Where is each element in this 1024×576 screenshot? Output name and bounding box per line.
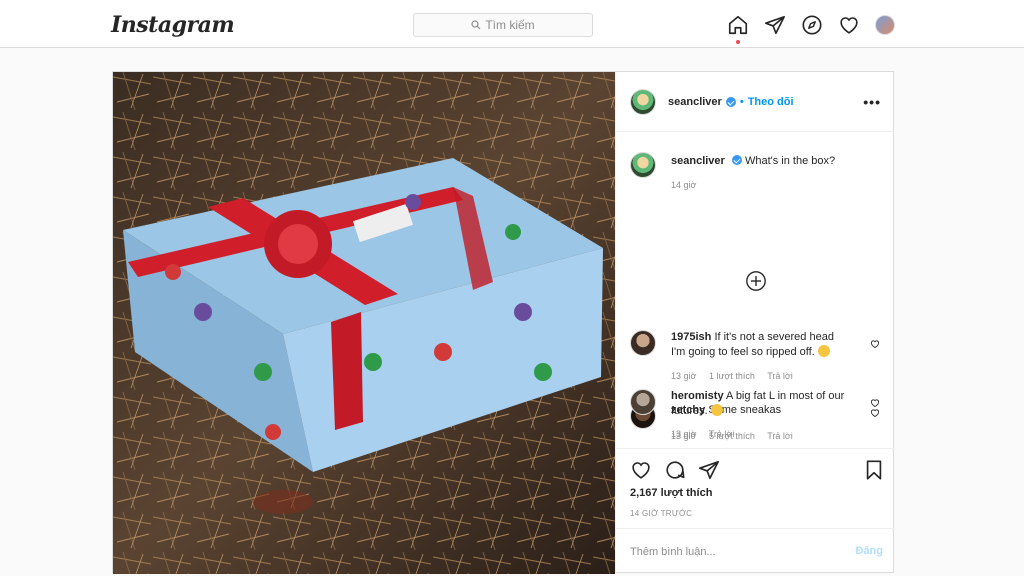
comment-bubble-icon[interactable] [664,459,686,481]
activity-heart-icon [840,17,858,34]
caption-age: 14 giờ [671,180,697,190]
commenter-avatar[interactable] [630,330,656,356]
top-navigation-bar: Instagram Tìm kiếm [0,0,1024,48]
more-options-button[interactable]: ••• [863,94,881,110]
laughing-emoji-icon [817,345,830,357]
reply-button[interactable]: Trả lời [767,431,793,441]
author-avatar[interactable] [630,152,656,178]
comment-text: heromisty A big fat L in most of our fut… [671,389,851,419]
post-header: seancliver • Theo dõi ••• [616,72,895,132]
explore-button[interactable] [801,14,823,36]
author-avatar[interactable] [630,88,656,115]
comment-likes[interactable]: 1 lượt thích [709,371,755,381]
comment-item: 1975ish If it's not a severed head I'm g… [630,330,890,390]
caption-meta: 14 giờ [671,180,706,190]
comment-meta: 13 giờ 5 lượt thích Trả lời [671,431,803,441]
follow-button[interactable]: Theo dõi [748,96,794,108]
post-sidebar: seancliver • Theo dõi ••• seancliver Wha… [615,72,895,574]
laughing-emoji-icon [710,404,723,416]
comment-likes[interactable]: 5 lượt thích [709,431,755,441]
verified-badge-icon [725,96,736,107]
commenter-avatar[interactable] [630,389,656,415]
add-comment-bar: Đăng [616,528,895,574]
post-image[interactable] [113,72,615,574]
like-count[interactable]: 2,167 lượt thích [630,487,712,499]
post-actions: 2,167 lượt thích 14 GIỜ TRƯỚC [616,448,895,518]
gift-box-photo [113,72,615,574]
action-buttons [630,459,720,481]
comment-age: 13 giờ [671,371,697,381]
like-heart-icon[interactable] [630,459,652,481]
verified-badge-icon [731,155,742,165]
instagram-logo[interactable]: Instagram [111,12,235,38]
post-timestamp: 14 GIỜ TRƯỚC [630,509,693,518]
profile-avatar[interactable] [875,15,895,35]
comment-item: heromisty A big fat L in most of our fut… [630,389,890,449]
activity-button[interactable] [838,14,860,36]
caption-text: seancliver What's in the box? [671,154,851,169]
like-comment-heart-icon[interactable] [870,398,880,408]
comment-username[interactable]: 1975ish [671,331,711,343]
comment-age: 13 giờ [671,431,697,441]
comment-username[interactable]: heromisty [671,390,724,402]
direct-icon [765,15,785,35]
search-placeholder: Tìm kiếm [485,18,535,32]
explore-icon [802,15,822,35]
header-separator: • [739,95,744,108]
nav-icon-group [727,14,895,44]
comment-meta: 13 giờ 1 lượt thích Trả lời [671,371,803,381]
bookmark-icon[interactable] [863,459,885,481]
search-icon [471,20,481,30]
author-username[interactable]: seancliver [668,96,722,108]
caption-body: What's in the box? [744,155,836,167]
like-comment-heart-icon[interactable] [870,339,880,349]
direct-button[interactable] [764,14,786,36]
search-input[interactable]: Tìm kiếm [413,13,593,37]
comment-input[interactable] [630,542,830,562]
home-icon [728,15,748,35]
post-comment-button[interactable]: Đăng [856,545,884,557]
post-card: seancliver • Theo dõi ••• seancliver Wha… [112,71,895,574]
caption-username[interactable]: seancliver [671,155,725,167]
share-icon[interactable] [698,459,720,481]
notification-dot [736,40,740,44]
load-more-comments-icon[interactable] [745,270,767,292]
caption-item: seancliver What's in the box? 14 giờ [630,152,890,202]
home-button[interactable] [727,14,749,44]
reply-button[interactable]: Trả lời [767,371,793,381]
comment-text: 1975ish If it's not a severed head I'm g… [671,330,851,360]
